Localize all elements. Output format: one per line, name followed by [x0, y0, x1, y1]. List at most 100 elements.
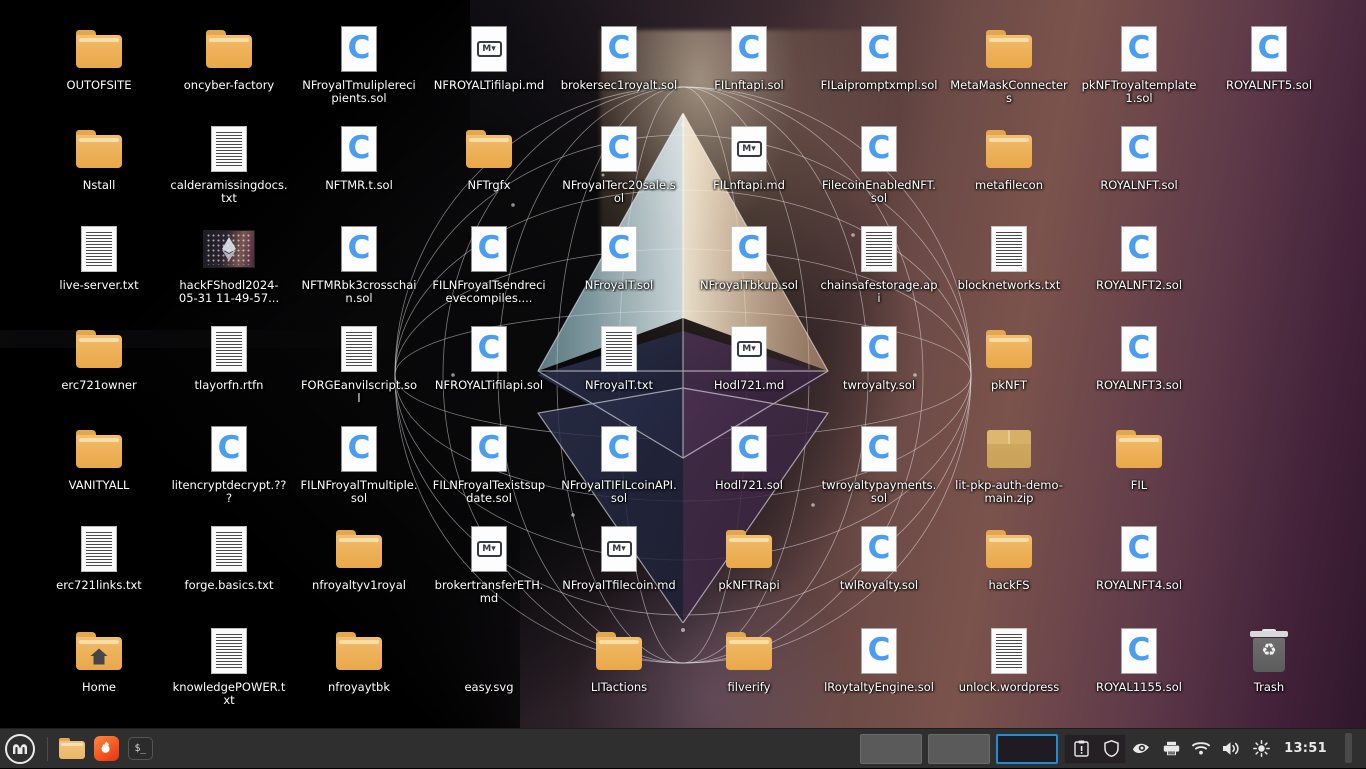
- desktop-icon[interactable]: FIL: [1077, 422, 1201, 492]
- desktop-icon[interactable]: Ctwroyaltypayments.sol: [817, 422, 941, 506]
- desktop-icon[interactable]: tlayorfn.rtfn: [167, 322, 291, 392]
- panel-show-desktop[interactable]: [1345, 733, 1352, 763]
- solidity-file-icon: C: [1122, 27, 1156, 71]
- desktop-icon[interactable]: CNFTMRbk3crosschain.sol: [297, 222, 421, 306]
- desktop-icon[interactable]: CNFroyalTerc20sale.sol: [557, 122, 681, 206]
- desktop-icon-label: oncyber-factory: [167, 79, 291, 92]
- solidity-file-icon: C: [472, 227, 506, 271]
- solidity-file-icon: C: [602, 227, 636, 271]
- desktop-icon-glyph: C: [297, 22, 421, 76]
- desktop-icon[interactable]: CHodl721.sol: [687, 422, 811, 492]
- desktop-icon[interactable]: CpkNFTroyaltemplate1.sol: [1077, 22, 1201, 106]
- desktop-icon[interactable]: lit-pkp-auth-demo-main.zip: [947, 422, 1071, 506]
- desktop-icon[interactable]: filverify: [687, 624, 811, 694]
- desktop-icon[interactable]: CFILNFroyalTsendrecievecompiles....: [427, 222, 551, 306]
- solidity-file-icon: C: [862, 629, 896, 673]
- desktop-icon[interactable]: knowledgePOWER.txt: [167, 624, 291, 708]
- desktop-icon[interactable]: MetaMaskConnecters: [947, 22, 1071, 106]
- desktop-icon[interactable]: NFroyalT.txt: [557, 322, 681, 392]
- launcher-files[interactable]: [55, 729, 89, 769]
- nvidia-icon[interactable]: [1132, 739, 1150, 757]
- desktop-icon[interactable]: M▾brokertransferETH.md: [427, 522, 551, 606]
- desktop-icon[interactable]: erc721links.txt: [37, 522, 161, 592]
- desktop[interactable]: OUTOFSITE oncyber-factory CNFroyalTmuliple…: [0, 0, 1366, 768]
- desktop-icon[interactable]: CFILNFroyalTmultiple.sol: [297, 422, 421, 506]
- desktop-icon[interactable]: forge.basics.txt: [167, 522, 291, 592]
- desktop-icon[interactable]: CtwlRoyalty.sol: [817, 522, 941, 592]
- desktop-icon[interactable]: unlock.wordpress: [947, 624, 1071, 694]
- folder-icon: [336, 632, 382, 670]
- desktop-icon[interactable]: CROYALNFT5.sol: [1207, 22, 1331, 92]
- desktop-icon[interactable]: CNFroyalTbkup.sol: [687, 222, 811, 292]
- desktop-icon[interactable]: hackFShodl2024-05-31 11-49-57...: [167, 222, 291, 306]
- desktop-icon[interactable]: hackFS: [947, 522, 1071, 592]
- desktop-icon-glyph: [687, 624, 811, 678]
- text-document-icon: [212, 327, 246, 371]
- desktop-icon-label: twlRoyalty.sol: [817, 579, 941, 592]
- desktop-icon[interactable]: nfroyaytbk: [297, 624, 421, 694]
- desktop-icon[interactable]: CNFroyalTmuliplerecipients.sol: [297, 22, 421, 106]
- launcher-terminal[interactable]: $_: [123, 729, 157, 769]
- update-manager-icon[interactable]: [1072, 739, 1090, 757]
- printer-icon[interactable]: [1162, 739, 1180, 757]
- desktop-icon[interactable]: blocknetworks.txt: [947, 222, 1071, 292]
- desktop-icon[interactable]: Cbrokersec1royalt.sol: [557, 22, 681, 92]
- desktop-icon[interactable]: M▾Hodl721.md: [687, 322, 811, 392]
- desktop-icon[interactable]: Ctwroyalty.sol: [817, 322, 941, 392]
- taskbar-panel[interactable]: $_: [0, 728, 1366, 768]
- desktop-icon[interactable]: nfroyaltyv1royal: [297, 522, 421, 592]
- mint-menu-button[interactable]: [0, 729, 40, 769]
- desktop-icon[interactable]: pkNFTRapi: [687, 522, 811, 592]
- desktop-icon[interactable]: CNFTMR.t.sol: [297, 122, 421, 192]
- desktop-icon[interactable]: M▾NFROYALTifilapi.md: [427, 22, 551, 92]
- firewall-shield-icon[interactable]: [1102, 739, 1120, 757]
- desktop-icon[interactable]: CROYALNFT2.sol: [1077, 222, 1201, 292]
- desktop-icon[interactable]: VANITYALL: [37, 422, 161, 492]
- desktop-icon[interactable]: Home: [37, 624, 161, 694]
- desktop-icon[interactable]: CROYAL1155.sol: [1077, 624, 1201, 694]
- workspace-1[interactable]: [860, 734, 922, 764]
- desktop-icon[interactable]: M▾NFroyalTfilecoin.md: [557, 522, 681, 592]
- desktop-icon[interactable]: CROYALNFT4.sol: [1077, 522, 1201, 592]
- desktop-icon[interactable]: metafilecon: [947, 122, 1071, 192]
- desktop-icon[interactable]: ♻Trash: [1207, 624, 1331, 694]
- solidity-file-icon: C: [1122, 327, 1156, 371]
- brightness-icon[interactable]: [1252, 739, 1270, 757]
- desktop-icon[interactable]: CNFroyalTIFILcoinAPI.sol: [557, 422, 681, 506]
- desktop-icon[interactable]: CFILaipromptxmpl.sol: [817, 22, 941, 92]
- volume-icon[interactable]: [1222, 739, 1240, 757]
- desktop-icon-glyph: [687, 522, 811, 576]
- desktop-icon[interactable]: OUTOFSITE: [37, 22, 161, 92]
- desktop-icon[interactable]: CROYALNFT3.sol: [1077, 322, 1201, 392]
- desktop-icon[interactable]: live-server.txt: [37, 222, 161, 292]
- desktop-icon[interactable]: LITactions: [557, 624, 681, 694]
- desktop-icon[interactable]: ClRoytaltyEngine.sol: [817, 624, 941, 694]
- solidity-file-icon: C: [1252, 27, 1286, 71]
- desktop-icon[interactable]: CFilecoinEnabledNFT.sol: [817, 122, 941, 206]
- launcher-firefox[interactable]: [89, 729, 123, 769]
- desktop-icon[interactable]: calderamissingdocs.txt: [167, 122, 291, 206]
- desktop-icon[interactable]: erc721owner: [37, 322, 161, 392]
- desktop-icon[interactable]: FORGEanvilscript.sol: [297, 322, 421, 406]
- desktop-icon[interactable]: Clitencryptdecrypt.???: [167, 422, 291, 506]
- desktop-icon[interactable]: CFILNFroyalTexistsupdate.sol: [427, 422, 551, 506]
- desktop-icon[interactable]: Nstall: [37, 122, 161, 192]
- desktop-icon[interactable]: M▾FILnftapi.md: [687, 122, 811, 192]
- desktop-icon[interactable]: easy.svg: [427, 624, 551, 694]
- desktop-icon[interactable]: NFTrgfx: [427, 122, 551, 192]
- panel-clock[interactable]: 13:51: [1284, 741, 1327, 756]
- desktop-icon[interactable]: CNFROYALTifilapi.sol: [427, 322, 551, 392]
- workspace-2[interactable]: [928, 734, 990, 764]
- desktop-icon[interactable]: CROYALNFT.sol: [1077, 122, 1201, 192]
- desktop-icon[interactable]: oncyber-factory: [167, 22, 291, 92]
- system-tray[interactable]: 13:51: [1072, 728, 1352, 768]
- desktop-icon[interactable]: pkNFT: [947, 322, 1071, 392]
- workspace-3[interactable]: [996, 734, 1058, 764]
- desktop-icon-glyph: C: [817, 322, 941, 376]
- desktop-icon[interactable]: CFILnftapi.sol: [687, 22, 811, 92]
- desktop-icon[interactable]: CNFroyalT.sol: [557, 222, 681, 292]
- folder-icon: [336, 530, 382, 568]
- network-wifi-icon[interactable]: [1192, 739, 1210, 757]
- desktop-icon-grid[interactable]: OUTOFSITE oncyber-factory CNFroyalTmuliple…: [0, 8, 1366, 720]
- desktop-icon[interactable]: chainsafestorage.api: [817, 222, 941, 306]
